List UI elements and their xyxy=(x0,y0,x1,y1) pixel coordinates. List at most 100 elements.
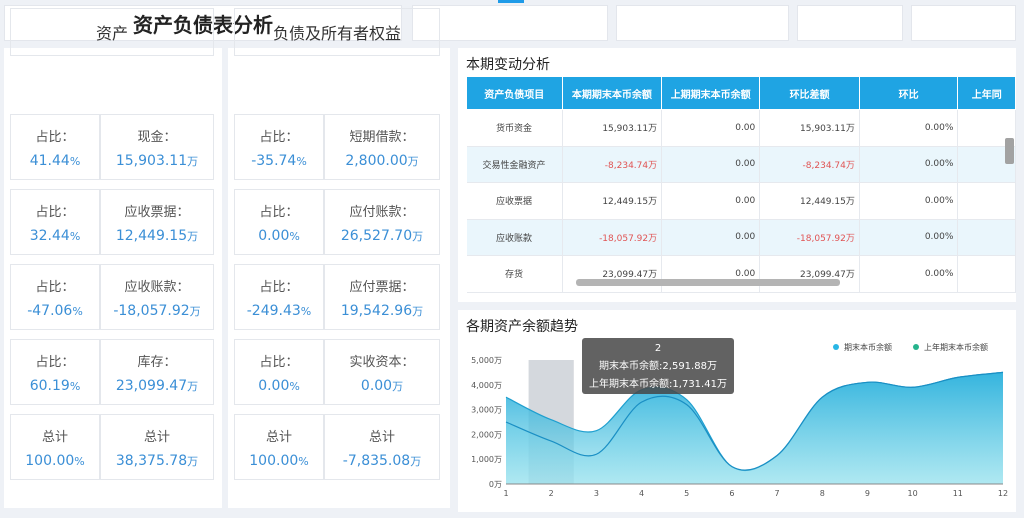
y-tick-label: 2,000万 xyxy=(471,430,502,439)
table-cell xyxy=(957,255,1016,293)
table-row[interactable]: 应收账款 -18,057.92万 0.00 -18,057.92万 0.00% xyxy=(466,219,1016,256)
table-cell: 应收账款 xyxy=(466,219,563,256)
value-number: 41.44 xyxy=(29,152,70,169)
change-table: 资产负债项目 本期期末本币余额 上期期末本币余额 环比差额 环比 上年同 货币资金 15,9… xyxy=(466,76,1016,293)
table-header-cell[interactable]: 上期期末本币余额 xyxy=(661,76,761,110)
assets-right-cell: 库存： 23,099.47万 xyxy=(100,339,214,405)
value-number: 0.00 xyxy=(258,377,290,394)
liabilities-heading: 负债及所有者权益 xyxy=(234,8,440,56)
assets-left-cell: 占比： 32.44% xyxy=(10,189,100,255)
table-cell: -8,234.74万 xyxy=(562,146,663,183)
assets-right-cell: 现金： 15,903.11万 xyxy=(100,114,214,180)
top-filter-box-1[interactable] xyxy=(412,5,608,41)
value-unit: 万 xyxy=(410,454,422,468)
table-row[interactable]: 存货 23,099.47万 0.00 23,099.47万 0.00% xyxy=(466,255,1016,293)
table-header-cell[interactable]: 资产负债项目 xyxy=(466,76,563,110)
table-cell: 0.00% xyxy=(859,182,959,220)
right-label: 应收票据： xyxy=(124,204,190,220)
value-number: 12,449.15 xyxy=(115,227,188,244)
value-unit: % xyxy=(296,154,307,168)
value-number: -249.43 xyxy=(246,302,301,319)
table-cell: 15,903.11万 xyxy=(562,109,663,147)
value-number: 100.00 xyxy=(25,452,75,469)
legend-marker xyxy=(833,344,839,350)
table-cell: 12,449.15万 xyxy=(759,182,860,220)
left-value: 100.00% xyxy=(249,453,308,469)
table-cell: 0.00% xyxy=(859,219,959,256)
value-number: 0.00 xyxy=(258,227,290,244)
table-cell xyxy=(957,219,1016,256)
table-cell: 0.00 xyxy=(661,182,761,220)
trend-chart[interactable]: 0万1,000万2,000万3,000万4,000万5,000万1 2 3 4 5 6 7 8… xyxy=(458,310,1016,512)
right-label: 总计 xyxy=(143,429,170,445)
y-tick-label: 4,000万 xyxy=(471,381,502,390)
tooltip-last-year: 上年期末本币余额:1,731.41万 xyxy=(589,378,727,390)
right-value: 2,800.00万 xyxy=(345,153,418,169)
liabilities-right-cell: 实收资本： 0.00万 xyxy=(324,339,440,405)
table-row[interactable]: 交易性金融资产 -8,234.74万 0.00 -8,234.74万 0.00% xyxy=(466,146,1016,183)
table-cell: 0.00 xyxy=(661,146,761,183)
top-filter-box-3[interactable] xyxy=(797,5,903,41)
value-unit: % xyxy=(298,454,309,468)
top-filter-box-2[interactable] xyxy=(616,5,789,41)
x-tick-label: 8 xyxy=(820,489,825,498)
left-value: 100.00% xyxy=(25,453,84,469)
liabilities-left-cell: 占比： 0.00% xyxy=(234,189,324,255)
table-row[interactable]: 货币资金 15,903.11万 0.00 15,903.11万 0.00% xyxy=(466,109,1016,147)
assets-left-cell: 占比： 60.19% xyxy=(10,339,100,405)
left-value: 41.44% xyxy=(30,153,81,169)
left-label: 总计 xyxy=(41,429,68,445)
table-header-cell[interactable]: 上年同 xyxy=(957,76,1016,110)
right-value: 19,542.96万 xyxy=(341,303,423,319)
x-tick-label: 6 xyxy=(729,489,734,498)
vertical-scrollbar[interactable] xyxy=(1005,138,1014,164)
table-cell: -18,057.92万 xyxy=(759,219,860,256)
assets-left-cell: 占比： 41.44% xyxy=(10,114,100,180)
left-label: 占比： xyxy=(259,354,299,370)
right-label: 现金： xyxy=(137,129,177,145)
table-cell: 存货 xyxy=(466,255,563,293)
value-number: 19,542.96 xyxy=(340,302,413,319)
value-unit: 万 xyxy=(187,454,199,468)
right-label: 应收账款： xyxy=(124,279,190,295)
right-label: 短期借款： xyxy=(349,129,415,145)
left-value: 60.19% xyxy=(30,378,81,394)
table-header-cell[interactable]: 环比差额 xyxy=(759,76,860,110)
series-area-1 xyxy=(506,372,1003,484)
change-analysis-title: 本期变动分析 xyxy=(466,57,550,73)
right-value: 12,449.15万 xyxy=(116,228,198,244)
legend-marker xyxy=(913,344,919,350)
change-table-wrap[interactable]: 资产负债项目 本期期末本币余额 上期期末本币余额 环比差额 环比 上年同 货币资金 15,9… xyxy=(466,76,1016,294)
table-cell: 0.00% xyxy=(859,146,959,183)
value-number: 26,527.70 xyxy=(340,227,413,244)
table-cell: 15,903.11万 xyxy=(759,109,860,147)
right-value: -18,057.92万 xyxy=(113,303,200,319)
table-cell: 0.00% xyxy=(859,109,959,147)
table-cell: -8,234.74万 xyxy=(759,146,860,183)
value-number: -18,057.92 xyxy=(113,302,190,319)
horizontal-scrollbar[interactable] xyxy=(576,279,840,286)
right-value: 0.00万 xyxy=(361,378,403,394)
table-row[interactable]: 应收票据 12,449.15万 0.00 12,449.15万 0.00% xyxy=(466,182,1016,220)
table-cell: 0.00% xyxy=(859,255,959,293)
liabilities-right-cell: 总计 -7,835.08万 xyxy=(324,414,440,480)
left-value: -47.06% xyxy=(27,303,83,319)
value-unit: 万 xyxy=(187,229,199,243)
assets-left-cell: 总计 100.00% xyxy=(10,414,100,480)
table-header-cell[interactable]: 环比 xyxy=(858,76,959,110)
right-value: -7,835.08万 xyxy=(343,453,421,469)
value-unit: 万 xyxy=(187,154,199,168)
value-unit: % xyxy=(74,454,85,468)
right-value: 23,099.47万 xyxy=(116,378,198,394)
value-unit: % xyxy=(69,154,81,168)
x-tick-label: 2 xyxy=(549,489,554,498)
right-value: 15,903.11万 xyxy=(116,153,198,169)
top-filter-box-4[interactable] xyxy=(911,5,1016,41)
table-header-cell[interactable]: 本期期末本币余额 xyxy=(561,76,663,110)
value-unit: 万 xyxy=(407,154,419,168)
right-label: 库存： xyxy=(137,354,177,370)
value-unit: % xyxy=(69,379,81,393)
left-label: 占比： xyxy=(35,204,75,220)
value-number: 15,903.11 xyxy=(115,152,188,169)
value-number: 32.44 xyxy=(29,227,70,244)
